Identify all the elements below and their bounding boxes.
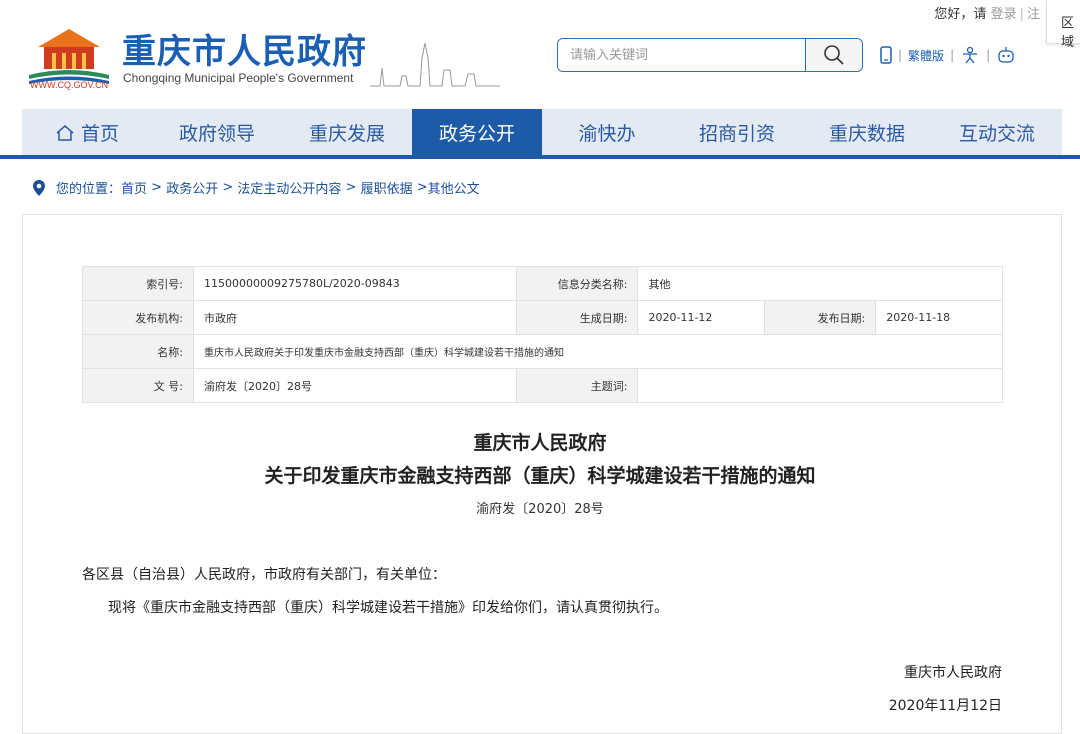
breadcrumb-gov-affairs[interactable]: 政务公开 — [166, 178, 218, 197]
region-tab[interactable]: 区域 — [1046, 0, 1080, 50]
meta-value — [637, 368, 1003, 403]
nav-item-gov-affairs[interactable]: 政务公开 — [412, 109, 542, 156]
location-pin-icon — [33, 179, 45, 196]
nav-item-data[interactable]: 重庆数据 — [802, 109, 932, 156]
document-body: 现将《重庆市金融支持西部（重庆）科学城建设若干措施》印发给你们，请认真贯彻执行。 — [108, 600, 668, 616]
document-date: 2020年11月12日 — [888, 698, 1002, 714]
mobile-icon[interactable] — [880, 46, 892, 64]
search-box — [557, 38, 863, 72]
meta-value: 市政府 — [192, 300, 518, 335]
nav-item-interaction[interactable]: 互动交流 — [932, 109, 1062, 156]
traditional-chinese-link[interactable]: 繁體版 — [908, 47, 944, 64]
nav-item-home[interactable]: 首页 — [22, 109, 152, 156]
skyline-decoration — [370, 42, 500, 87]
meta-key: 信息分类名称: — [516, 266, 639, 301]
breadcrumb-basis[interactable]: 履职依据 — [361, 178, 413, 197]
meta-key: 发布机构: — [82, 300, 194, 335]
meta-key: 生成日期: — [516, 300, 639, 335]
table-row: 文 号: 渝府发〔2020〕28号 主题词: — [82, 368, 1003, 403]
search-button[interactable] — [805, 39, 862, 71]
breadcrumb-statutory[interactable]: 法定主动公开内容 — [237, 178, 341, 197]
nav-item-development[interactable]: 重庆发展 — [282, 109, 412, 156]
meta-key: 发布日期: — [764, 300, 877, 335]
header-tools: | 繁體版 | | — [880, 46, 1016, 64]
nav-item-gov-leaders[interactable]: 政府领导 — [152, 109, 282, 156]
breadcrumb-other[interactable]: 其他公文 — [428, 178, 480, 197]
nav-item-investment[interactable]: 招商引资 — [672, 109, 802, 156]
meta-key: 文 号: — [82, 368, 194, 403]
main-nav: 首页 政府领导 重庆发展 政务公开 渝快办 招商引资 重庆数据 互动交流 — [22, 109, 1062, 156]
login-link[interactable]: 登录 — [991, 7, 1017, 22]
meta-key: 名称: — [82, 334, 194, 369]
table-row: 发布机构: 市政府 生成日期: 2020-11-12 发布日期: 2020-11… — [82, 300, 1003, 335]
breadcrumb: 您的位置： 首页 > 政务公开 > 法定主动公开内容 > 履职依据 > 其他公文 — [32, 178, 480, 197]
meta-value: 2020-11-12 — [637, 300, 766, 335]
site-subtitle: Chongqing Municipal People's Government — [123, 71, 354, 85]
meta-key: 主题词: — [516, 368, 639, 403]
breadcrumb-home[interactable]: 首页 — [121, 178, 147, 197]
nav-item-yukuaiban[interactable]: 渝快办 — [542, 109, 672, 156]
meta-key: 索引号: — [82, 266, 194, 301]
site-title[interactable]: 重庆市人民政府 — [122, 24, 367, 73]
search-input[interactable] — [558, 39, 808, 71]
document-signature: 重庆市人民政府 — [904, 665, 1002, 681]
document-number: 渝府发〔2020〕28号 — [476, 502, 604, 517]
nav-label: 首页 — [80, 123, 119, 145]
register-link[interactable]: 注 — [1027, 7, 1040, 22]
meta-value: 其他 — [637, 266, 1003, 301]
document-meta-table: 索引号: 11500000009275780L/2020-09843 信息分类名… — [82, 266, 1003, 403]
document-salutation: 各区县（自治县）人民政府，市政府有关部门，有关单位： — [82, 567, 446, 583]
search-icon — [824, 45, 844, 65]
meta-value: 11500000009275780L/2020-09843 — [192, 266, 518, 301]
document-title-issuer: 重庆市人民政府 — [473, 432, 607, 454]
home-icon — [56, 124, 74, 141]
top-user-bar: 您好，请 登录 | 注 — [934, 7, 1040, 22]
accessibility-icon[interactable] — [960, 46, 980, 64]
logo-url-text: WWW.CQ.GOV.CN — [30, 80, 109, 90]
greeting-text: 您好，请 — [934, 7, 987, 22]
table-row: 索引号: 11500000009275780L/2020-09843 信息分类名… — [82, 266, 1003, 301]
document-title: 关于印发重庆市金融支持西部（重庆）科学城建设若干措施的通知 — [264, 465, 816, 487]
meta-value: 重庆市人民政府关于印发重庆市金融支持西部（重庆）科学城建设若干措施的通知 — [193, 334, 1003, 369]
meta-value: 渝府发〔2020〕28号 — [192, 368, 518, 403]
nav-underline — [0, 155, 1080, 159]
meta-value: 2020-11-18 — [875, 300, 1003, 335]
table-row: 名称: 重庆市人民政府关于印发重庆市金融支持西部（重庆）科学城建设若干措施的通知 — [82, 334, 1003, 369]
robot-assistant-icon[interactable] — [996, 46, 1016, 64]
breadcrumb-prefix: 您的位置： — [56, 182, 122, 197]
